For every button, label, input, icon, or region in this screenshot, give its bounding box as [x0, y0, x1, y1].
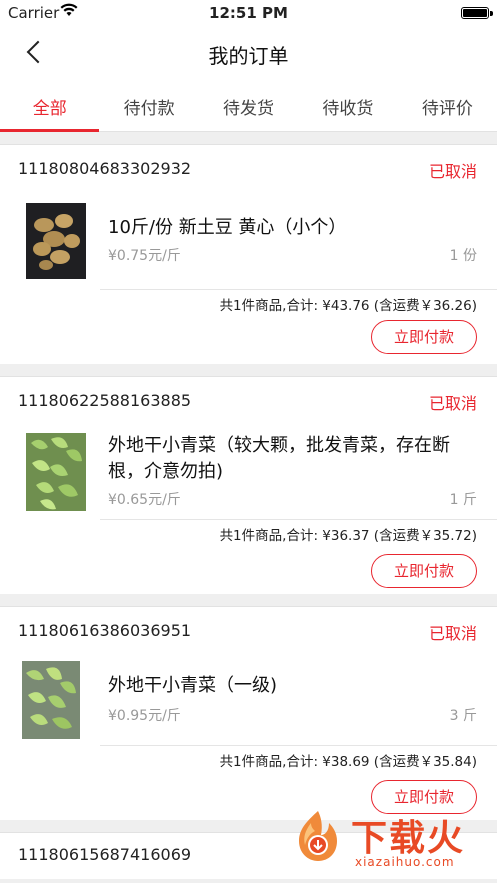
order-number: 11180622588163885 [18, 391, 192, 410]
order-summary: 共1件商品,合计: ¥38.69 (含运费￥35.84) [219, 754, 477, 770]
product-price: ¥0.95元/斤 [108, 708, 181, 724]
tab-pending-payment[interactable]: 待付款 [99, 78, 198, 131]
order-header: 11180804683302932 已取消 [0, 145, 497, 191]
order-card[interactable]: 11180804683302932 已取消 10斤/份 新土豆 黄心（小个） ¥… [0, 144, 497, 364]
order-item[interactable]: 10斤/份 新土豆 黄心（小个） ¥0.75元/斤 1 份 [0, 191, 497, 289]
status-bar: Carrier 12:51 PM [0, 0, 497, 26]
screen: Carrier 12:51 PM 我的订单 全部 待付款 待发货 待收货 待评价… [0, 0, 497, 883]
product-image-potato [26, 203, 86, 279]
page-title: 我的订单 [208, 44, 289, 68]
order-tabs: 全部 待付款 待发货 待收货 待评价 [0, 78, 497, 132]
product-quantity: 1 斤 [449, 492, 477, 508]
pay-now-button[interactable]: 立即付款 [371, 320, 477, 354]
nav-bar: 我的订单 [0, 26, 497, 78]
product-price: ¥0.65元/斤 [108, 492, 181, 508]
product-name: 外地干小青菜（较大颗，批发青菜，存在断根，介意勿拍) [108, 435, 450, 482]
product-quantity: 3 斤 [449, 708, 477, 724]
pay-now-button[interactable]: 立即付款 [371, 554, 477, 588]
order-item[interactable]: 外地干小青菜（较大颗，批发青菜，存在断根，介意勿拍) ¥0.65元/斤 1 斤 [0, 423, 497, 519]
order-summary: 共1件商品,合计: ¥36.37 (含运费￥35.72) [219, 528, 477, 544]
watermark: 下载火 xiazaihuo.com [289, 807, 489, 877]
order-list: 11180804683302932 已取消 10斤/份 新土豆 黄心（小个） ¥… [0, 144, 497, 883]
order-card[interactable]: 11180616386036951 已取消 外地干小青菜（一级) ¥0.95元/… [0, 606, 497, 820]
order-actions: 立即付款 [0, 314, 497, 364]
order-item[interactable]: 外地干小青菜（一级) ¥0.95元/斤 3 斤 [0, 653, 497, 745]
order-header: 11180622588163885 已取消 [0, 377, 497, 423]
watermark-text: 下载火 [351, 818, 466, 859]
tab-pending-receipt[interactable]: 待收货 [298, 78, 397, 131]
order-number: 11180804683302932 [18, 159, 192, 178]
order-number: 11180616386036951 [18, 621, 192, 640]
product-image-greens [22, 661, 80, 739]
watermark-subtext: xiazaihuo.com [355, 855, 455, 869]
battery-icon [461, 7, 493, 19]
clock: 12:51 PM [209, 4, 288, 22]
order-status: 已取消 [428, 162, 477, 181]
order-status: 已取消 [428, 394, 477, 413]
order-summary: 共1件商品,合计: ¥43.76 (含运费￥36.26) [219, 298, 477, 314]
order-header: 11180616386036951 已取消 [0, 607, 497, 653]
flame-logo-icon [289, 807, 347, 865]
product-name: 10斤/份 新土豆 黄心（小个） [108, 217, 347, 238]
tab-all[interactable]: 全部 [0, 78, 100, 132]
order-number: 11180615687416069 [18, 845, 192, 864]
product-name: 外地干小青菜（一级) [108, 675, 278, 696]
product-quantity: 1 份 [449, 248, 477, 264]
order-card[interactable]: 11180622588163885 已取消 外地干小青菜（较大颗，批发青菜，存在… [0, 376, 497, 594]
product-price: ¥0.75元/斤 [108, 248, 181, 264]
tab-pending-review[interactable]: 待评价 [398, 78, 497, 131]
order-actions: 立即付款 [0, 544, 497, 594]
order-status: 已取消 [428, 624, 477, 643]
tab-pending-shipment[interactable]: 待发货 [199, 78, 298, 131]
product-image-greens [26, 433, 86, 511]
